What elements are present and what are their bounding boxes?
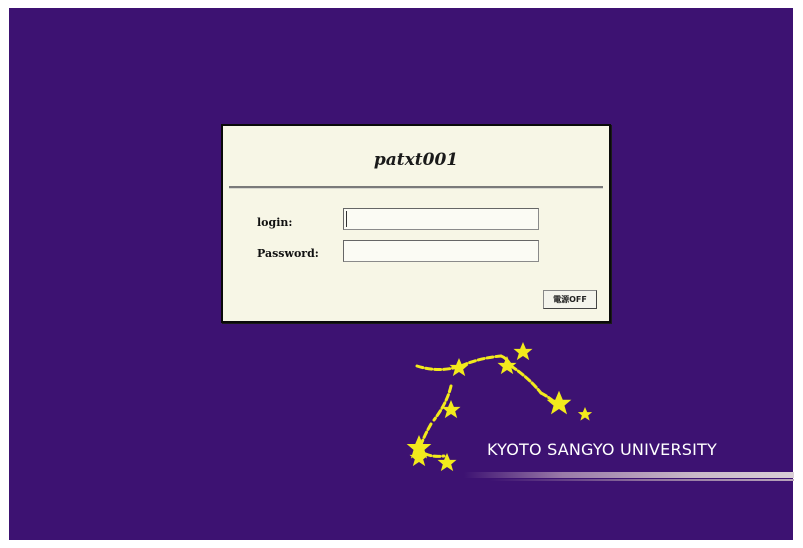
constellation-star xyxy=(449,358,469,377)
password-label: Password: xyxy=(257,247,319,260)
desktop-background: patxt001 login: Password: 電源OFF KYOTO SA… xyxy=(9,8,794,540)
constellation-star xyxy=(513,342,533,361)
title-divider xyxy=(229,186,603,189)
text-cursor xyxy=(346,211,347,227)
brand-underline-secondary xyxy=(489,479,794,481)
constellation-star xyxy=(409,448,429,467)
constellation-star xyxy=(497,356,517,375)
hostname-title: patxt001 xyxy=(373,150,459,170)
constellation-star xyxy=(577,407,593,421)
power-off-button[interactable]: 電源OFF xyxy=(543,290,597,309)
login-label: login: xyxy=(257,216,293,229)
brand-underline xyxy=(464,472,794,478)
password-input[interactable] xyxy=(343,240,539,262)
constellation-star xyxy=(546,390,572,415)
login-input[interactable] xyxy=(343,208,539,230)
login-dialog: patxt001 login: Password: 電源OFF xyxy=(221,124,611,323)
university-name: KYOTO SANGYO UNIVERSITY xyxy=(487,440,718,459)
